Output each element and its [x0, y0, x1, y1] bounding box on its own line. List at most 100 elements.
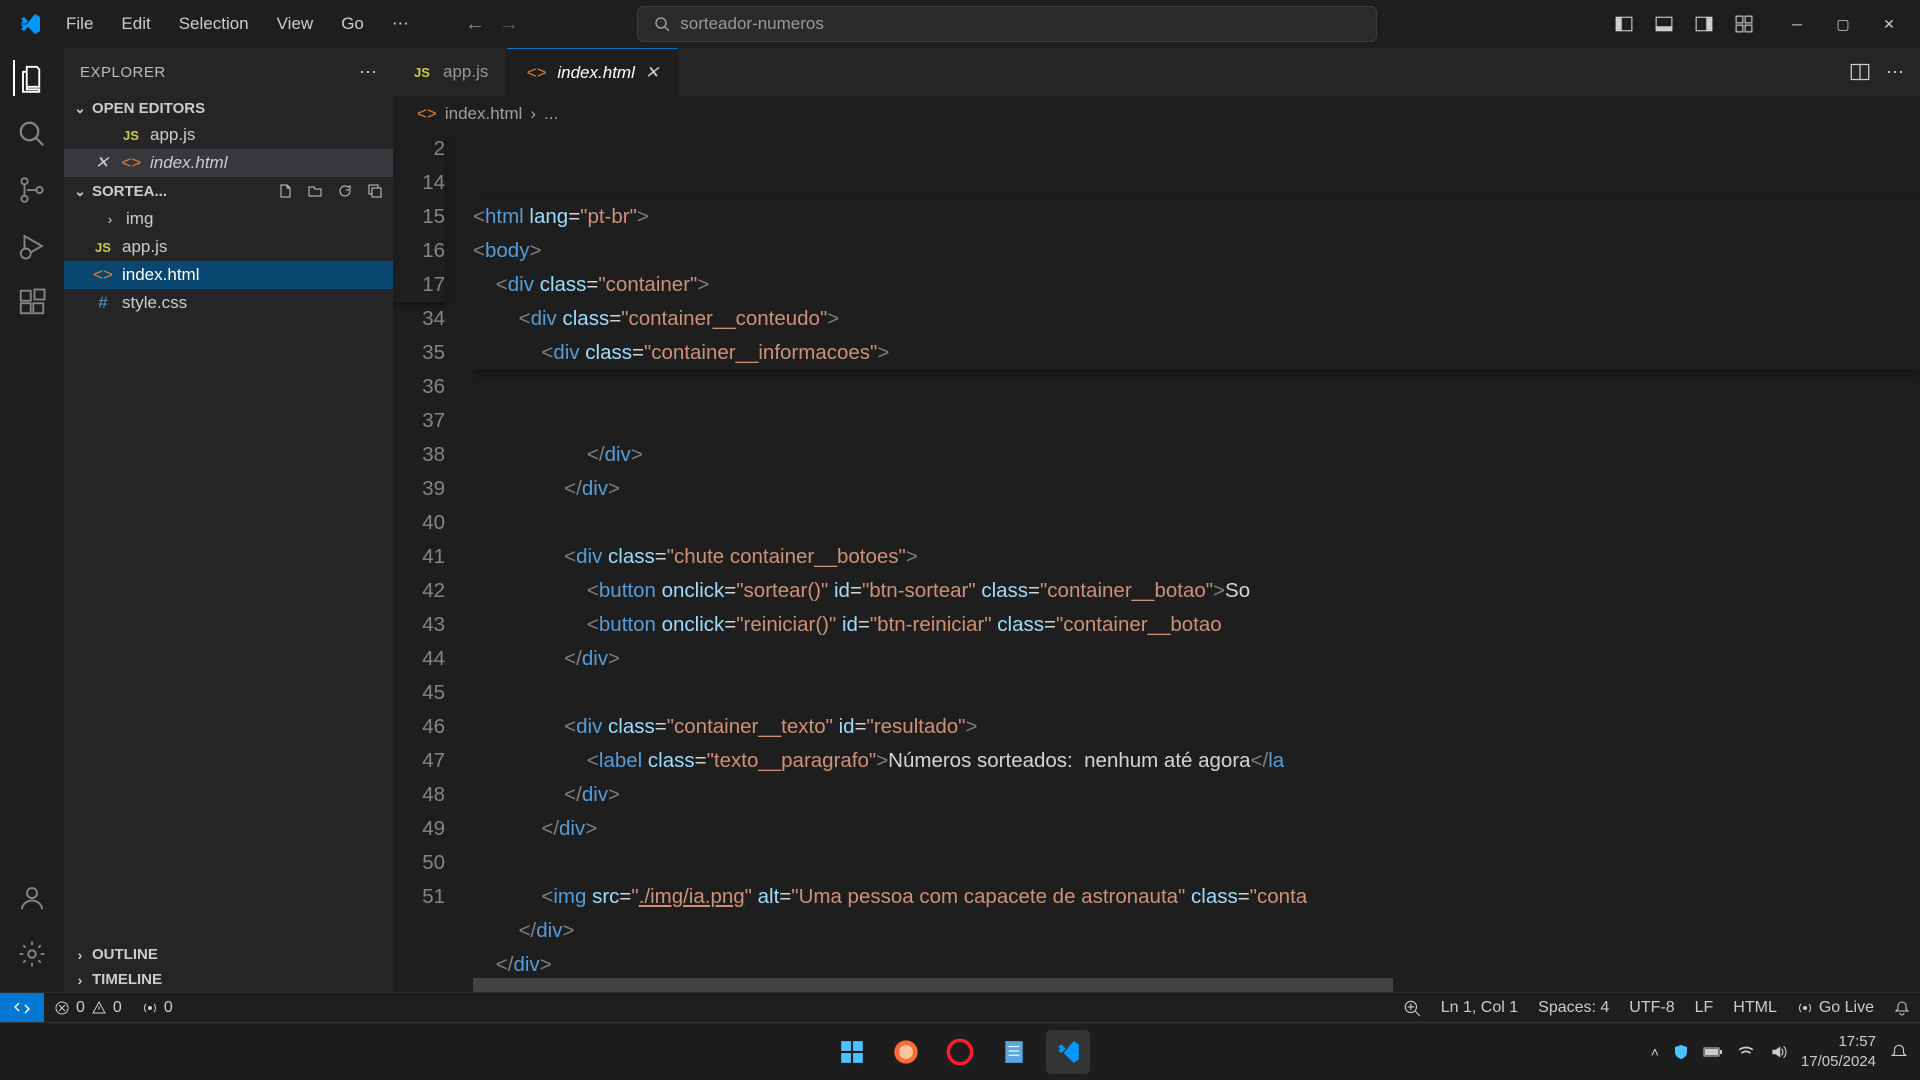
- error-icon: [54, 1000, 70, 1016]
- folder-header[interactable]: ⌄ SORTEA...: [64, 177, 393, 205]
- line-gutter: 214151617 343536373839404142434445464748…: [393, 132, 473, 992]
- minimize-button[interactable]: ─: [1774, 0, 1820, 48]
- toggle-panel-left-icon[interactable]: [1610, 10, 1638, 38]
- nav-back-icon[interactable]: ←: [463, 12, 487, 36]
- new-file-icon[interactable]: [275, 181, 295, 201]
- open-editor-indexhtml[interactable]: ✕ <> index.html: [64, 149, 393, 177]
- windows-start-icon[interactable]: [830, 1030, 874, 1074]
- sidebar: EXPLORER ⋯ ⌄ OPEN EDITORS JS app.js ✕ <>…: [64, 48, 393, 992]
- new-folder-icon[interactable]: [305, 181, 325, 201]
- horizontal-scrollbar[interactable]: [473, 978, 1790, 992]
- code-editor[interactable]: 214151617 343536373839404142434445464748…: [393, 132, 1920, 992]
- collapse-icon[interactable]: [365, 181, 385, 201]
- taskbar-vscode-icon[interactable]: [1046, 1030, 1090, 1074]
- refresh-icon[interactable]: [335, 181, 355, 201]
- activity-bar: [0, 48, 64, 992]
- open-editors-label: OPEN EDITORS: [92, 100, 205, 117]
- status-spaces[interactable]: Spaces: 4: [1528, 999, 1619, 1017]
- editor-tabs: JS app.js <> index.html ✕ ⋯: [393, 48, 1920, 96]
- tree-file-stylecss[interactable]: # style.css: [64, 289, 393, 317]
- timeline-header[interactable]: › TIMELINE: [64, 967, 393, 992]
- taskbar-opera-icon[interactable]: [938, 1030, 982, 1074]
- close-button[interactable]: ✕: [1866, 0, 1912, 48]
- extensions-icon[interactable]: [14, 284, 50, 320]
- status-bar: 0 0 0 Ln 1, Col 1 Spaces: 4 UTF-8 LF HTM…: [0, 992, 1920, 1022]
- tray-clock[interactable]: 17:57 17/05/2024: [1801, 1032, 1876, 1071]
- tray-notifications-icon[interactable]: [1890, 1043, 1908, 1061]
- close-icon[interactable]: ✕: [92, 153, 112, 173]
- sidebar-more-icon[interactable]: ⋯: [359, 62, 377, 83]
- toggle-panel-bottom-icon[interactable]: [1650, 10, 1678, 38]
- taskbar-app-1[interactable]: [884, 1030, 928, 1074]
- open-editors-header[interactable]: ⌄ OPEN EDITORS: [64, 96, 393, 121]
- js-file-icon: JS: [92, 240, 114, 255]
- taskbar-notepad-icon[interactable]: [992, 1030, 1036, 1074]
- source-control-icon[interactable]: [14, 172, 50, 208]
- tree-file-indexhtml[interactable]: <> index.html: [64, 261, 393, 289]
- status-ports[interactable]: 0: [132, 999, 183, 1017]
- tree-folder-img[interactable]: › img: [64, 205, 393, 233]
- tray-chevron-icon[interactable]: ˄: [1651, 1044, 1659, 1060]
- file-label: app.js: [150, 125, 195, 145]
- css-file-icon: #: [92, 293, 114, 313]
- status-golive[interactable]: Go Live: [1787, 999, 1884, 1017]
- remote-indicator[interactable]: [0, 993, 44, 1023]
- status-encoding[interactable]: UTF-8: [1619, 999, 1684, 1017]
- open-editor-appjs[interactable]: JS app.js: [64, 121, 393, 149]
- breadcrumb-file: index.html: [445, 104, 522, 124]
- more-actions-icon[interactable]: ⋯: [1886, 62, 1904, 83]
- golive-label: Go Live: [1819, 999, 1874, 1017]
- tab-appjs[interactable]: JS app.js: [393, 48, 507, 96]
- settings-gear-icon[interactable]: [14, 936, 50, 972]
- code-content[interactable]: <html lang="pt-br"><body> <div class="co…: [473, 132, 1920, 992]
- menu-edit[interactable]: Edit: [107, 8, 164, 40]
- split-editor-icon[interactable]: [1850, 62, 1870, 82]
- maximize-button[interactable]: ▢: [1820, 0, 1866, 48]
- menu-go[interactable]: Go: [327, 8, 378, 40]
- explorer-icon[interactable]: [13, 60, 49, 96]
- tray-security-icon[interactable]: [1673, 1044, 1689, 1060]
- tab-label: app.js: [443, 62, 488, 82]
- tray-battery-icon[interactable]: [1703, 1045, 1723, 1059]
- menu-file[interactable]: File: [52, 8, 107, 40]
- system-tray: ˄ 17:57 17/05/2024: [1651, 1032, 1920, 1071]
- tray-volume-icon[interactable]: [1769, 1043, 1787, 1061]
- search-text: sorteador-numeros: [680, 14, 824, 34]
- chevron-down-icon: ⌄: [72, 100, 88, 117]
- command-center[interactable]: sorteador-numeros: [637, 6, 1377, 42]
- vscode-logo-icon: [18, 12, 42, 36]
- html-file-icon: <>: [525, 63, 547, 83]
- accounts-icon[interactable]: [14, 880, 50, 916]
- error-count: 0: [76, 999, 85, 1017]
- menu-selection[interactable]: Selection: [165, 8, 263, 40]
- status-problems[interactable]: 0 0: [44, 999, 132, 1017]
- tray-wifi-icon[interactable]: [1737, 1043, 1755, 1061]
- toggle-panel-right-icon[interactable]: [1690, 10, 1718, 38]
- outline-header[interactable]: › OUTLINE: [64, 942, 393, 967]
- chevron-right-icon: ›: [72, 972, 88, 988]
- titlebar: File Edit Selection View Go ⋯ ← → sortea…: [0, 0, 1920, 48]
- file-label: app.js: [122, 237, 167, 257]
- date: 17/05/2024: [1801, 1052, 1876, 1072]
- breadcrumb[interactable]: <> index.html › ...: [393, 96, 1920, 132]
- tree-file-appjs[interactable]: JS app.js: [64, 233, 393, 261]
- windows-taskbar: ˄ 17:57 17/05/2024: [0, 1022, 1920, 1080]
- menu-more[interactable]: ⋯: [378, 8, 423, 40]
- status-zoom[interactable]: [1393, 999, 1431, 1017]
- search-activity-icon[interactable]: [14, 116, 50, 152]
- customize-layout-icon[interactable]: [1730, 10, 1758, 38]
- nav-forward-icon[interactable]: →: [497, 12, 521, 36]
- search-icon: [654, 16, 670, 32]
- status-bell[interactable]: [1884, 999, 1920, 1017]
- close-icon[interactable]: ✕: [645, 63, 659, 83]
- scrollbar-thumb[interactable]: [473, 978, 1393, 992]
- status-language[interactable]: HTML: [1723, 999, 1787, 1017]
- html-file-icon: <>: [417, 104, 437, 124]
- status-eol[interactable]: LF: [1685, 999, 1724, 1017]
- run-debug-icon[interactable]: [14, 228, 50, 264]
- status-cursor[interactable]: Ln 1, Col 1: [1431, 999, 1528, 1017]
- bell-icon: [1894, 1000, 1910, 1016]
- js-file-icon: JS: [120, 128, 142, 143]
- tab-indexhtml[interactable]: <> index.html ✕: [507, 48, 678, 96]
- menu-view[interactable]: View: [263, 8, 328, 40]
